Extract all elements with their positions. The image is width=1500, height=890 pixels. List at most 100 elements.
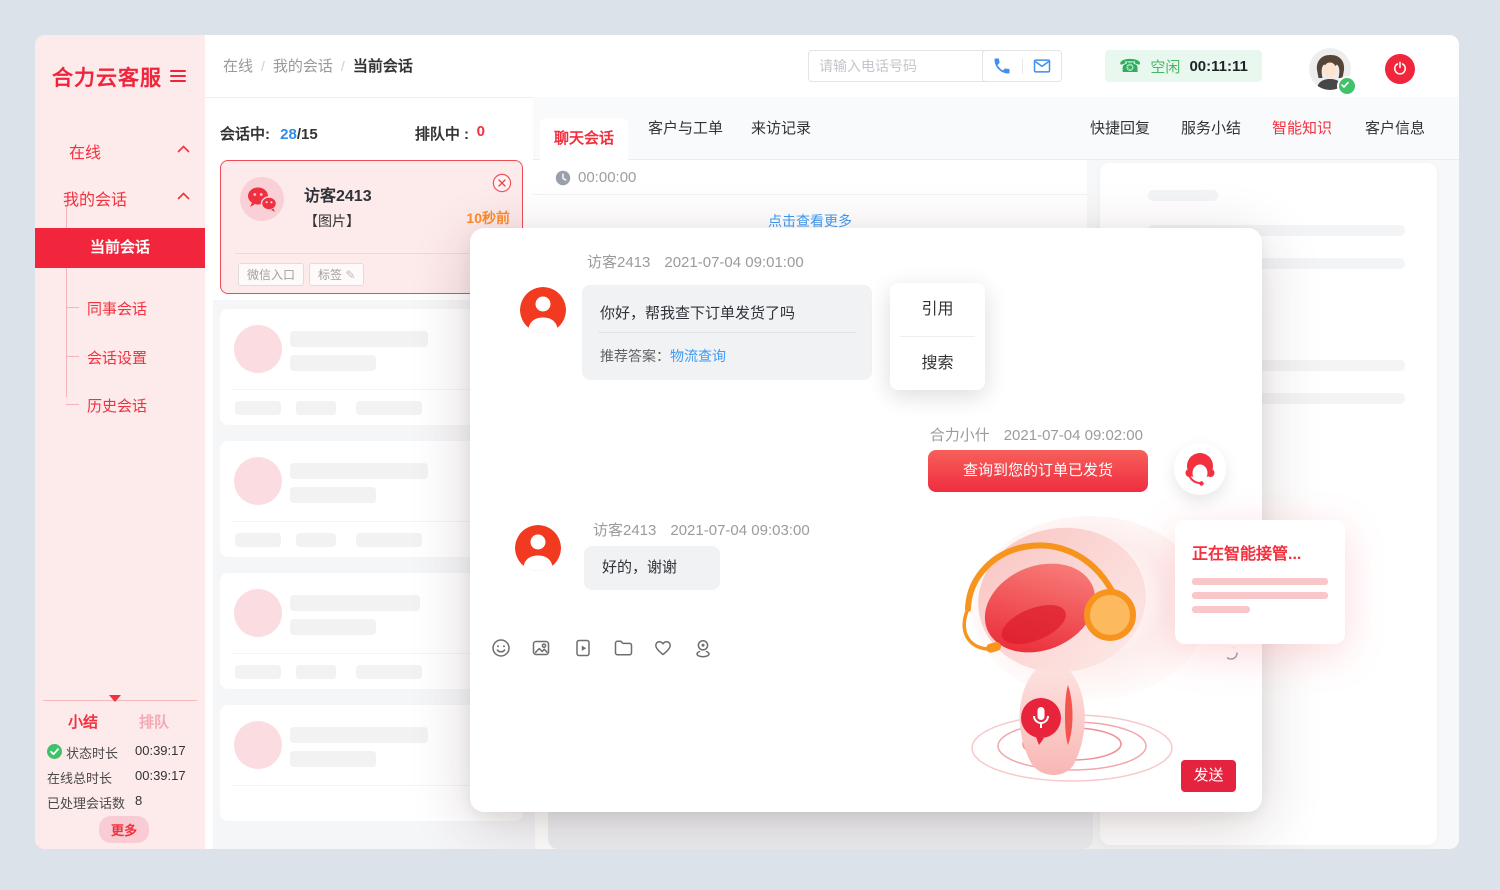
message-context-menu: 引用 搜索: [890, 283, 985, 390]
app-logo: 合力云客服: [52, 62, 162, 92]
phone-call-icon[interactable]: [992, 56, 1012, 76]
mail-icon[interactable]: [1032, 56, 1052, 76]
text-placeholder: [290, 751, 376, 767]
visitor-message-bubble[interactable]: 你好，帮我查下订单发货了吗 推荐答案：物流查询: [582, 285, 872, 380]
page-background: 合力云客服 在线 我的会话 当前会话 同事会话 会话设置 历史会话 小结 排队 …: [0, 0, 1500, 890]
tab-service-summary[interactable]: 服务小结: [1181, 97, 1241, 160]
close-session-icon[interactable]: [492, 173, 512, 193]
tab-smart-knowledge[interactable]: 智能知识: [1272, 97, 1332, 160]
breadcrumb-my-sessions[interactable]: 我的会话: [273, 58, 333, 75]
agent-status-pill[interactable]: ☎ 空闲 00:11:11: [1105, 50, 1262, 82]
text-placeholder: [290, 463, 428, 479]
sidebar-item-colleague-session[interactable]: 同事会话: [87, 298, 147, 319]
message-header: 访客2413 2021-07-04 09:01:00: [587, 251, 804, 272]
tab-summary[interactable]: 小结: [68, 711, 98, 732]
text-placeholder: [1192, 578, 1328, 585]
stat-value: 00:39:17: [135, 743, 186, 758]
telephone-icon: ☎: [1119, 57, 1141, 75]
divider: [1022, 58, 1023, 74]
sidebar-item-current-session[interactable]: 当前会话: [35, 228, 205, 268]
message-author: 访客2413: [587, 254, 650, 271]
tag-placeholder: [356, 401, 422, 415]
stat-label: 已处理会话数: [47, 796, 125, 811]
tooltip-tail: [1213, 641, 1238, 665]
breadcrumb: 在线/我的会话/当前会话: [223, 35, 413, 97]
tab-customer-workorder[interactable]: 客户与工单: [648, 97, 723, 160]
message-author: 合力小什: [930, 427, 990, 444]
text-placeholder: [1192, 592, 1328, 599]
sidebar: 合力云客服 在线 我的会话 当前会话 同事会话 会话设置 历史会话 小结 排队 …: [35, 35, 205, 849]
chevron-up-icon[interactable]: [177, 192, 190, 200]
tab-queue[interactable]: 排队: [139, 711, 169, 732]
tag-placeholder: [296, 665, 336, 679]
sidebar-item-history-session[interactable]: 历史会话: [87, 395, 147, 416]
session-timer-row: 00:00:00: [533, 160, 1087, 195]
stat-row-handled-count: 已处理会话数 8: [47, 793, 197, 811]
text-placeholder: [290, 619, 376, 635]
tab-strip: 聊天会话 客户与工单 来访记录 快捷回复 服务小结 智能知识 客户信息: [533, 97, 1459, 160]
stat-value: 00:39:17: [135, 768, 186, 783]
visitor-message-bubble[interactable]: 好的，谢谢: [584, 546, 720, 590]
tab-quick-reply[interactable]: 快捷回复: [1090, 97, 1150, 160]
message-preview: 【图片】: [304, 211, 360, 231]
power-logout-button[interactable]: [1385, 54, 1415, 84]
agent-message-bubble[interactable]: 查询到您的订单已发货: [928, 450, 1148, 492]
tree-connector: [66, 404, 79, 405]
chevron-up-icon[interactable]: [177, 145, 190, 153]
phone-number-input[interactable]: [808, 50, 990, 82]
sidebar-item-my-sessions[interactable]: 我的会话: [63, 186, 127, 210]
folder-icon[interactable]: [612, 637, 634, 659]
visitor-avatar: [515, 525, 561, 571]
message-text: 你好，帮我查下订单发货了吗: [600, 302, 795, 323]
tab-visit-records[interactable]: 来访记录: [751, 97, 811, 160]
context-menu-quote[interactable]: 引用: [890, 283, 985, 336]
sidebar-item-online[interactable]: 在线: [69, 139, 101, 163]
tab-chat-session[interactable]: 聊天会话: [540, 118, 628, 160]
more-button[interactable]: 更多: [99, 816, 149, 843]
ai-robot-illustration: [940, 513, 1210, 808]
avatar-placeholder: [234, 325, 282, 373]
message-header: 合力小什2021-07-04 09:02:00: [607, 424, 1143, 445]
breadcrumb-online[interactable]: 在线: [223, 58, 253, 75]
channel-tag: 微信入口: [238, 263, 304, 286]
online-check-badge: [1337, 76, 1357, 96]
context-menu-search[interactable]: 搜索: [890, 337, 985, 390]
location-icon[interactable]: [692, 637, 714, 659]
tooltip-title: 正在智能接管...: [1192, 540, 1301, 564]
heart-icon[interactable]: [652, 637, 674, 659]
wechat-channel-icon: [240, 177, 284, 221]
message-time: 2021-07-04 09:01:00: [664, 254, 803, 271]
sidebar-item-session-settings[interactable]: 会话设置: [87, 347, 147, 368]
tab-customer-info[interactable]: 客户信息: [1365, 97, 1425, 160]
text-placeholder: [290, 331, 428, 347]
stat-row-status-duration: 状态时长 00:39:17: [47, 743, 197, 761]
image-icon[interactable]: [530, 637, 552, 659]
avatar-placeholder: [234, 721, 282, 769]
stat-value: 8: [135, 793, 142, 808]
suggest-label: 推荐答案：: [600, 348, 670, 364]
status-label: 空闲: [1150, 56, 1180, 77]
suggest-row: 推荐答案：物流查询: [600, 346, 726, 366]
ai-takeover-tooltip: 正在智能接管...: [1175, 520, 1345, 644]
label-tag[interactable]: 标签 ✎: [309, 263, 364, 286]
visitor-avatar: [520, 287, 566, 333]
pencil-icon: ✎: [345, 268, 355, 282]
chat-timer: 00:00:00: [578, 169, 636, 186]
video-file-icon[interactable]: [572, 637, 594, 659]
tag-placeholder: [235, 665, 281, 679]
breadcrumb-separator: /: [261, 58, 265, 74]
suggest-link[interactable]: 物流查询: [670, 348, 726, 364]
tree-connector: [66, 356, 79, 357]
collapse-arrow-icon[interactable]: [109, 695, 121, 702]
tag-placeholder: [296, 533, 336, 547]
emoji-icon[interactable]: [490, 637, 512, 659]
menu-hamburger-icon[interactable]: [169, 69, 187, 83]
text-placeholder: [1148, 190, 1218, 201]
tag-placeholder: [296, 401, 336, 415]
clock-icon: [555, 170, 571, 186]
send-button[interactable]: 发送: [1181, 760, 1236, 792]
tag-placeholder: [356, 665, 422, 679]
tag-placeholder: [356, 533, 422, 547]
text-placeholder: [1192, 606, 1250, 613]
text-placeholder: [290, 595, 420, 611]
